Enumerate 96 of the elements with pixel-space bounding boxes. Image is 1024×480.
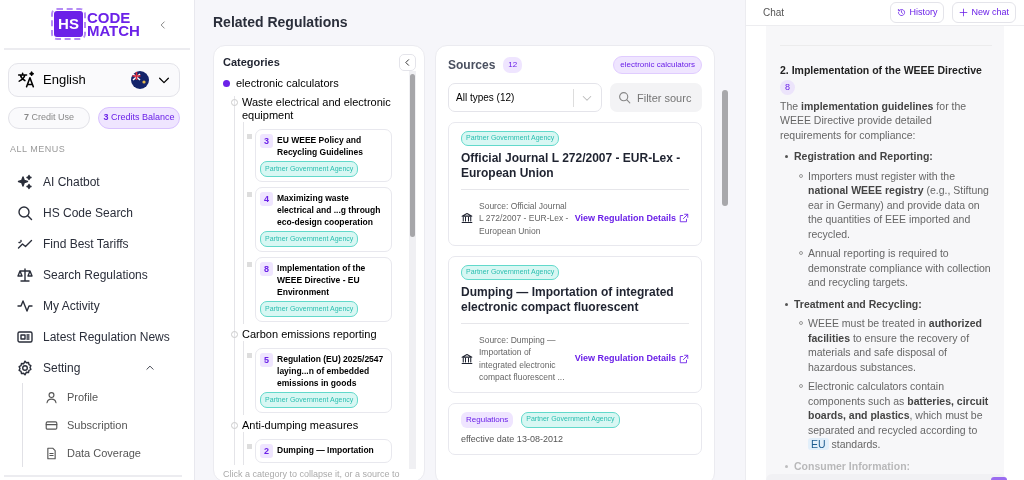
node-marker [247,443,252,449]
search-icon [618,91,631,104]
category-item[interactable]: Anti-dumping measures [235,418,359,432]
menu-item[interactable]: Latest Regulation News [0,321,194,352]
bullet-dot [785,302,788,306]
source-title: Regulation (EU) 2025/2547 laying...n of embedded emissions in goods [277,352,385,389]
section-heading: ALL MENUS [10,142,67,156]
credit-pill: 7 Credit Use [8,107,90,129]
scrollbar[interactable] [409,71,416,469]
language-label: English [43,71,87,90]
search-icon [17,204,33,221]
message-paragraph: The implementation guidelines for the WEEE Directive provide detailed requirements for compliance: [780,98,968,142]
source-title: Dumping — Importation [277,443,374,457]
flag-icon [131,71,149,89]
list-item-text: Annual reporting is required to demonstrate compliance with collection and recycling targets. [808,246,992,290]
category-label: electronic calculators [236,76,339,91]
list-item-text: WEEE must be treated in authorized facilities to ensure the recovery of materials and safe disposal of hazardous substances. [808,316,983,374]
source-title: EU WEEE Policy and Recycling Guidelines [277,133,364,158]
source-number: 8 [260,261,273,276]
category-item[interactable]: Carbon emissions reporting [235,327,377,341]
chat-input-field[interactable] [766,474,1006,480]
node-marker [247,191,252,197]
language-select[interactable]: English [8,63,180,97]
panel-heading: Sources [448,57,496,74]
submenu-item[interactable]: Data Coverage [39,439,147,467]
regulation-title: Dumping — Importation of integrated electronic compact fluorescent [461,284,675,315]
list-heading: Registration and Reporting: [794,149,933,164]
source-text: Source: Official Journal L 272/2007 - EUR-Lex - European Union [479,199,569,237]
regulation-title: Official Journal L 272/2007 - EUR-Lex - European Union [461,150,682,181]
search-field[interactable]: Filter sourc [610,83,702,112]
logo-mark: HS [54,10,83,38]
menu-item[interactable]: Setting [0,352,194,383]
bullet-dot [785,464,788,468]
list-heading: Treatment and Recycling: [794,296,922,311]
citation-badge[interactable]: 8 [780,79,795,95]
panel-title: Chat [763,6,785,20]
type-select[interactable]: All types (12) [448,83,602,112]
tree-root-item[interactable]: electronic calculators [223,75,339,92]
bank-building-icon [461,212,473,225]
balance-scale-icon [17,266,33,283]
category-item[interactable]: Waste electrical and electronic equipment [235,95,398,122]
external-link-icon [679,213,689,224]
node-marker [247,133,252,139]
details-link[interactable]: View Regulation Details [574,211,689,225]
hint-text: Click a category to collapse it, or a source to [223,468,400,480]
person-icon [45,390,58,404]
chevron-left-icon [403,58,412,67]
list-heading: Consumer Information: [794,458,911,473]
document-icon [45,446,58,460]
collapse-button[interactable] [399,54,416,71]
pulse-line-icon [17,297,33,314]
source-number: 2 [260,443,273,458]
bullet-dot [785,155,788,158]
history-icon [897,8,907,17]
source-number: 4 [260,191,273,206]
source-number: 5 [260,352,273,367]
source-card[interactable]: 2 Dumping — Importation [255,438,392,463]
message-heading: 2. Implementation of the WEEE Directive [780,63,983,78]
source-text: Source: Dumping — Importation of integrated electronic compact fluorescent ... [479,333,566,384]
new-chat-button[interactable]: New chat [952,1,1016,24]
chevron-left-icon [158,19,168,30]
effective-date: effective date 13-08-2012 [461,432,564,446]
node-marker [247,261,252,267]
filter-tag: electronic calculators [613,56,702,74]
list-item-text: Importers must register with the national WEEE registry (e.g., Stiftung ear in Germany) and provide data on the quantities of EEE imported and recycled. [808,168,990,241]
menu-item[interactable]: My Activity [0,290,194,321]
history-button[interactable]: History [890,1,945,24]
submenu-item[interactable]: Profile [39,383,105,411]
credit-pill: 3 Credits Balance [98,107,180,129]
term-link[interactable]: EU [808,438,829,450]
bank-building-icon [461,352,473,365]
source-title: Maximizing waste electrical and ...g through eco-design cooperation [277,191,382,228]
translate-icon [17,71,35,89]
source-title: Implementation of the WEEE Directive - EU Environment [277,261,367,298]
scrollbar[interactable] [722,90,728,206]
plus-icon [959,8,969,17]
category-tag: Regulations [461,411,514,428]
menu-item[interactable]: Find Best Tariffs [0,228,194,259]
sparkles-icon [17,173,33,190]
page-title: Related Regulations [213,13,349,32]
credit-card-icon [45,418,58,432]
details-link[interactable]: View Regulation Details [574,351,689,366]
send-button[interactable] [991,477,1007,480]
logo-wordmark: CODE MATCH [86,11,140,37]
panel-heading: Categories [223,55,280,71]
settings-icon [17,359,33,376]
newspaper-icon [17,328,33,345]
source-number: 3 [260,133,273,148]
list-item-text: Electronic calculators contain components such as batteries, circuit boards, and plastics, which must be separated and recycled according to EU standards. [808,379,990,452]
menu-item[interactable]: Search Regulations [0,259,194,290]
menu-item[interactable]: AI Chatbot [0,166,194,197]
submenu-item[interactable]: Subscription [39,411,134,439]
external-link-icon [679,353,689,364]
node-marker [247,352,252,358]
menu-item[interactable]: HS Code Search [0,197,194,228]
count-badge: 12 [503,57,523,73]
